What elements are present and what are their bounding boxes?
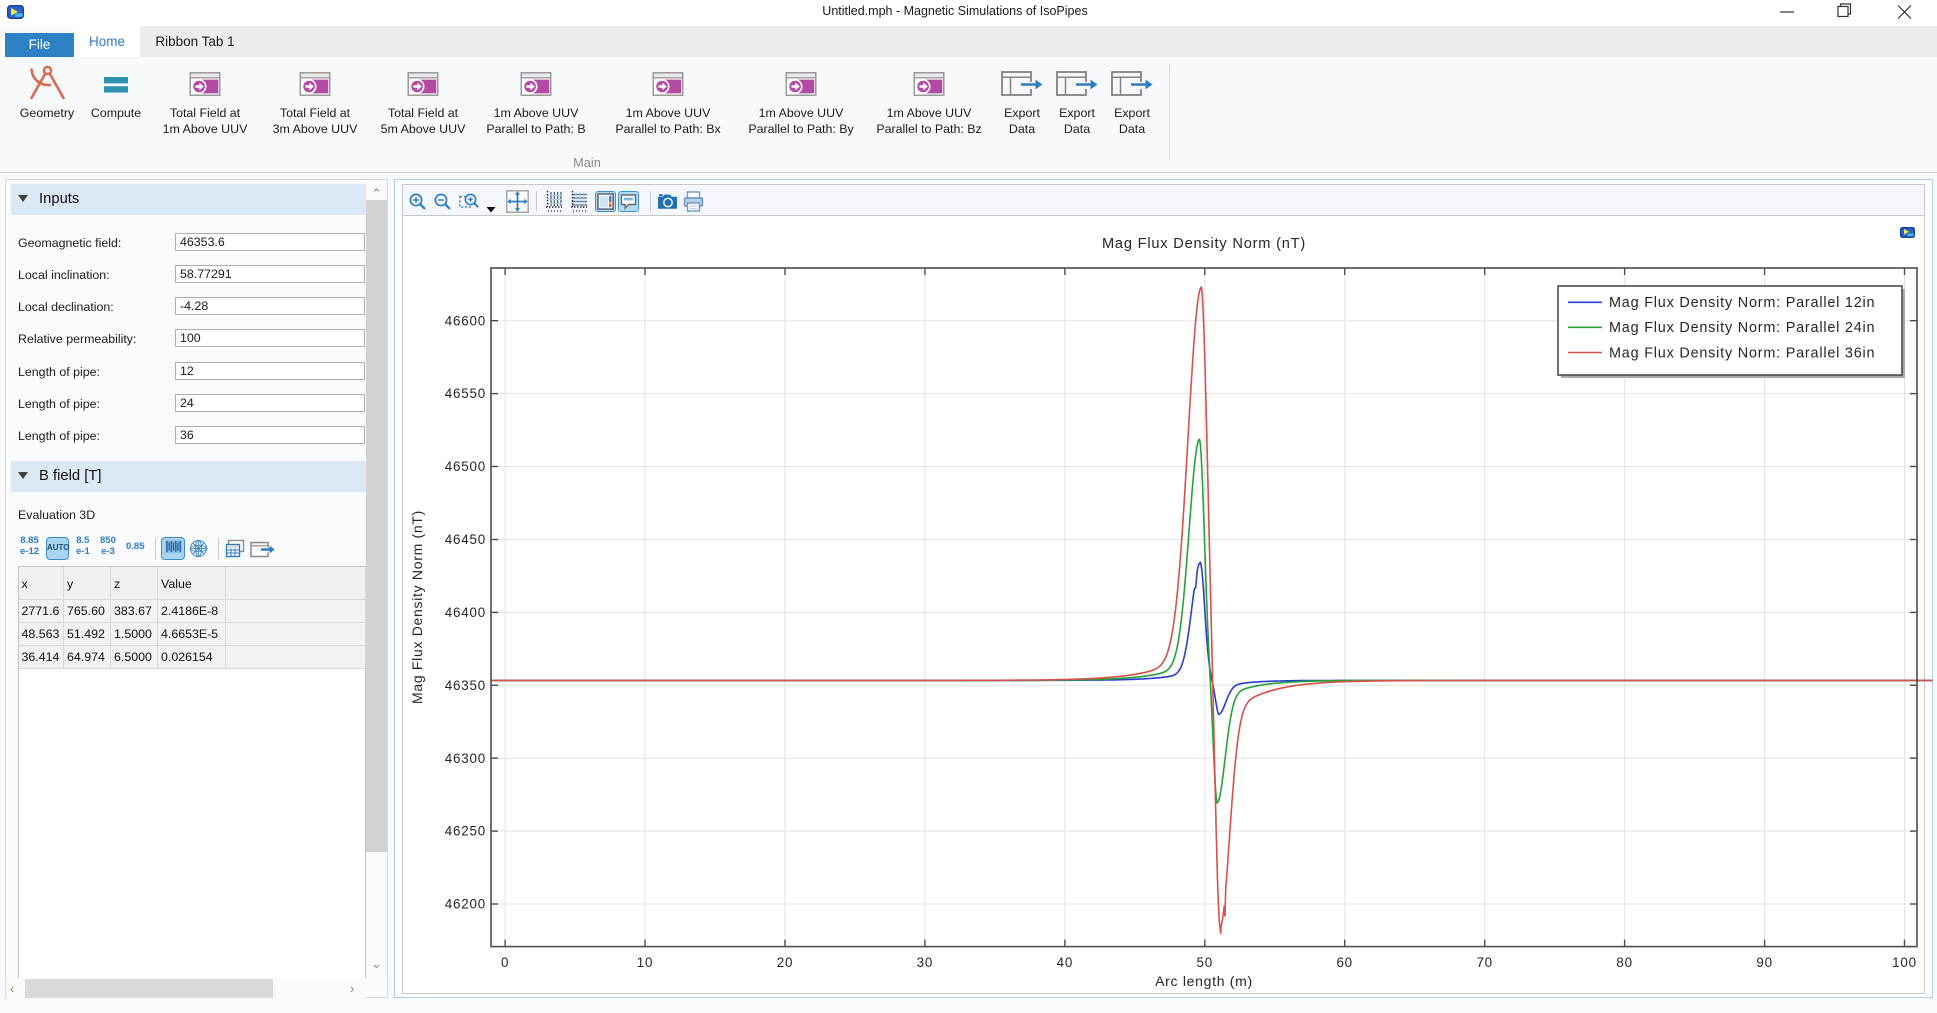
svg-text:0: 0 — [501, 955, 509, 970]
svg-text:90: 90 — [1756, 955, 1773, 970]
svg-text:Mag Flux Density Norm: Paralle: Mag Flux Density Norm: Parallel 24in — [1609, 320, 1875, 336]
svg-text:70: 70 — [1476, 955, 1493, 970]
svg-text:80: 80 — [1616, 955, 1633, 970]
svg-text:46450: 46450 — [445, 532, 486, 547]
svg-text:Mag Flux Density Norm (nT): Mag Flux Density Norm (nT) — [1102, 236, 1306, 252]
svg-text:60: 60 — [1336, 955, 1353, 970]
svg-text:46250: 46250 — [445, 824, 486, 839]
svg-text:100: 100 — [1892, 955, 1917, 970]
svg-text:Mag Flux Density Norm: Paralle: Mag Flux Density Norm: Parallel 12in — [1609, 295, 1875, 311]
svg-text:46500: 46500 — [445, 459, 486, 474]
svg-text:Arc length (m): Arc length (m) — [1155, 973, 1253, 989]
svg-text:50: 50 — [1197, 955, 1214, 970]
svg-text:20: 20 — [777, 955, 794, 970]
svg-text:10: 10 — [637, 955, 654, 970]
svg-text:46350: 46350 — [445, 678, 486, 693]
svg-text:46550: 46550 — [445, 386, 486, 401]
svg-text:46200: 46200 — [445, 897, 486, 912]
svg-text:46600: 46600 — [445, 313, 486, 328]
svg-text:Mag Flux Density Norm: Paralle: Mag Flux Density Norm: Parallel 36in — [1609, 345, 1875, 361]
svg-text:30: 30 — [917, 955, 934, 970]
svg-text:Mag Flux Density Norm (nT): Mag Flux Density Norm (nT) — [409, 510, 425, 704]
svg-text:46400: 46400 — [445, 605, 486, 620]
svg-text:46300: 46300 — [445, 751, 486, 766]
svg-text:40: 40 — [1057, 955, 1074, 970]
